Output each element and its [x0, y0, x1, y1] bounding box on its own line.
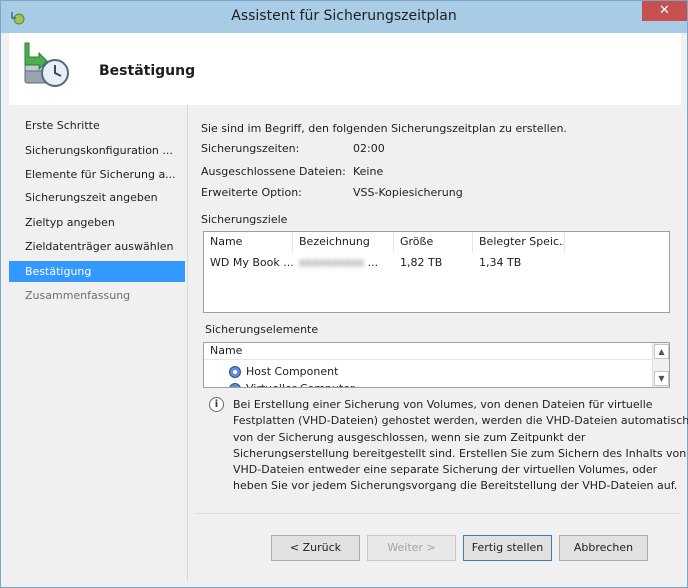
scroll-down-button[interactable]: ▼: [654, 371, 669, 386]
info-box: i Bei Erstellung einer Sicherung von Vol…: [209, 397, 688, 497]
page-title: Bestätigung: [99, 63, 196, 79]
field-label-erweiterte-option: Erweiterte Option:: [201, 186, 302, 199]
element-name: Virtueller Computer: [246, 380, 355, 387]
nav-item-zieldatentraeger[interactable]: Zieldatenträger auswählen: [9, 236, 185, 257]
elements-heading: Sicherungselemente: [205, 323, 319, 336]
field-label-sicherungszeiten: Sicherungszeiten:: [201, 142, 300, 155]
nav-item-erste-schritte[interactable]: Erste Schritte: [9, 115, 185, 136]
intro-text: Sie sind im Begriff, den folgenden Siche…: [201, 122, 567, 135]
target-label: xxxxxxxxxx ...: [299, 256, 379, 269]
field-label-ausgeschlossene-dateien: Ausgeschlossene Dateien:: [201, 165, 346, 178]
column-header-element-name[interactable]: Name: [204, 343, 653, 360]
field-value-ausgeschlossene-dateien: Keine: [353, 165, 384, 178]
column-header-bezeichnung[interactable]: Bezeichnung: [293, 232, 394, 252]
close-button[interactable]: ✕: [642, 1, 687, 21]
target-size: 1,82 TB: [400, 256, 443, 269]
window-title: Assistent für Sicherungszeitplan: [231, 8, 457, 24]
element-name: Host Component: [246, 365, 339, 378]
wizard-window: Assistent für Sicherungszeitplan ✕ Bestä…: [0, 0, 688, 588]
targets-list[interactable]: Name Bezeichnung Größe Belegter Speic...…: [203, 231, 670, 313]
elements-list[interactable]: Name Host Component Virtueller Computer …: [203, 342, 670, 388]
target-name: WD My Book ...: [210, 256, 293, 269]
wizard-steps: Erste Schritte Sicherungskonfiguration .…: [9, 105, 187, 581]
targets-heading: Sicherungsziele: [201, 213, 288, 226]
finish-button[interactable]: Fertig stellen: [463, 535, 552, 561]
nav-item-zusammenfassung: Zusammenfassung: [25, 289, 131, 302]
nav-item-bestaetigung[interactable]: Bestätigung: [9, 261, 185, 282]
column-header-belegter-speicher[interactable]: Belegter Speic...: [473, 232, 565, 252]
scroll-up-button[interactable]: ▲: [654, 344, 669, 359]
wizard-body: Erste Schritte Sicherungskonfiguration .…: [9, 105, 688, 581]
footer-divider: [195, 513, 681, 514]
next-button[interactable]: Weiter >: [367, 535, 456, 561]
gear-icon: [229, 366, 241, 378]
info-text: Bei Erstellung einer Sicherung von Volum…: [233, 398, 688, 493]
cancel-button[interactable]: Abbrechen: [559, 535, 648, 561]
field-value-sicherungszeiten: 02:00: [353, 142, 385, 155]
column-header-name[interactable]: Name: [204, 232, 293, 252]
nav-item-sicherungszeit[interactable]: Sicherungszeit angeben: [9, 187, 185, 208]
nav-item-zieltyp[interactable]: Zieltyp angeben: [9, 212, 185, 233]
target-used: 1,34 TB: [479, 256, 522, 269]
redacted-label: xxxxxxxxxx: [299, 256, 365, 269]
title-bar[interactable]: Assistent für Sicherungszeitplan ✕: [1, 1, 687, 33]
nav-divider: [187, 105, 188, 581]
info-icon: i: [209, 397, 224, 412]
backup-schedule-icon: [24, 42, 69, 87]
confirmation-panel: Sie sind im Begriff, den folgenden Siche…: [195, 105, 688, 581]
wizard-header: Bestätigung: [9, 33, 681, 105]
elements-scrollbar[interactable]: ▲ ▼: [652, 343, 669, 387]
column-header-groesse[interactable]: Größe: [394, 232, 473, 252]
list-item[interactable]: Virtueller Computer: [228, 380, 628, 387]
gear-icon: [229, 383, 241, 387]
list-item[interactable]: Host Component: [228, 363, 628, 381]
field-value-erweiterte-option: VSS-Kopiesicherung: [353, 186, 463, 199]
back-button[interactable]: < Zurück: [271, 535, 360, 561]
nav-item-elemente[interactable]: Elemente für Sicherung a...: [9, 164, 185, 185]
nav-item-sicherungskonfiguration[interactable]: Sicherungskonfiguration ...: [9, 140, 185, 161]
